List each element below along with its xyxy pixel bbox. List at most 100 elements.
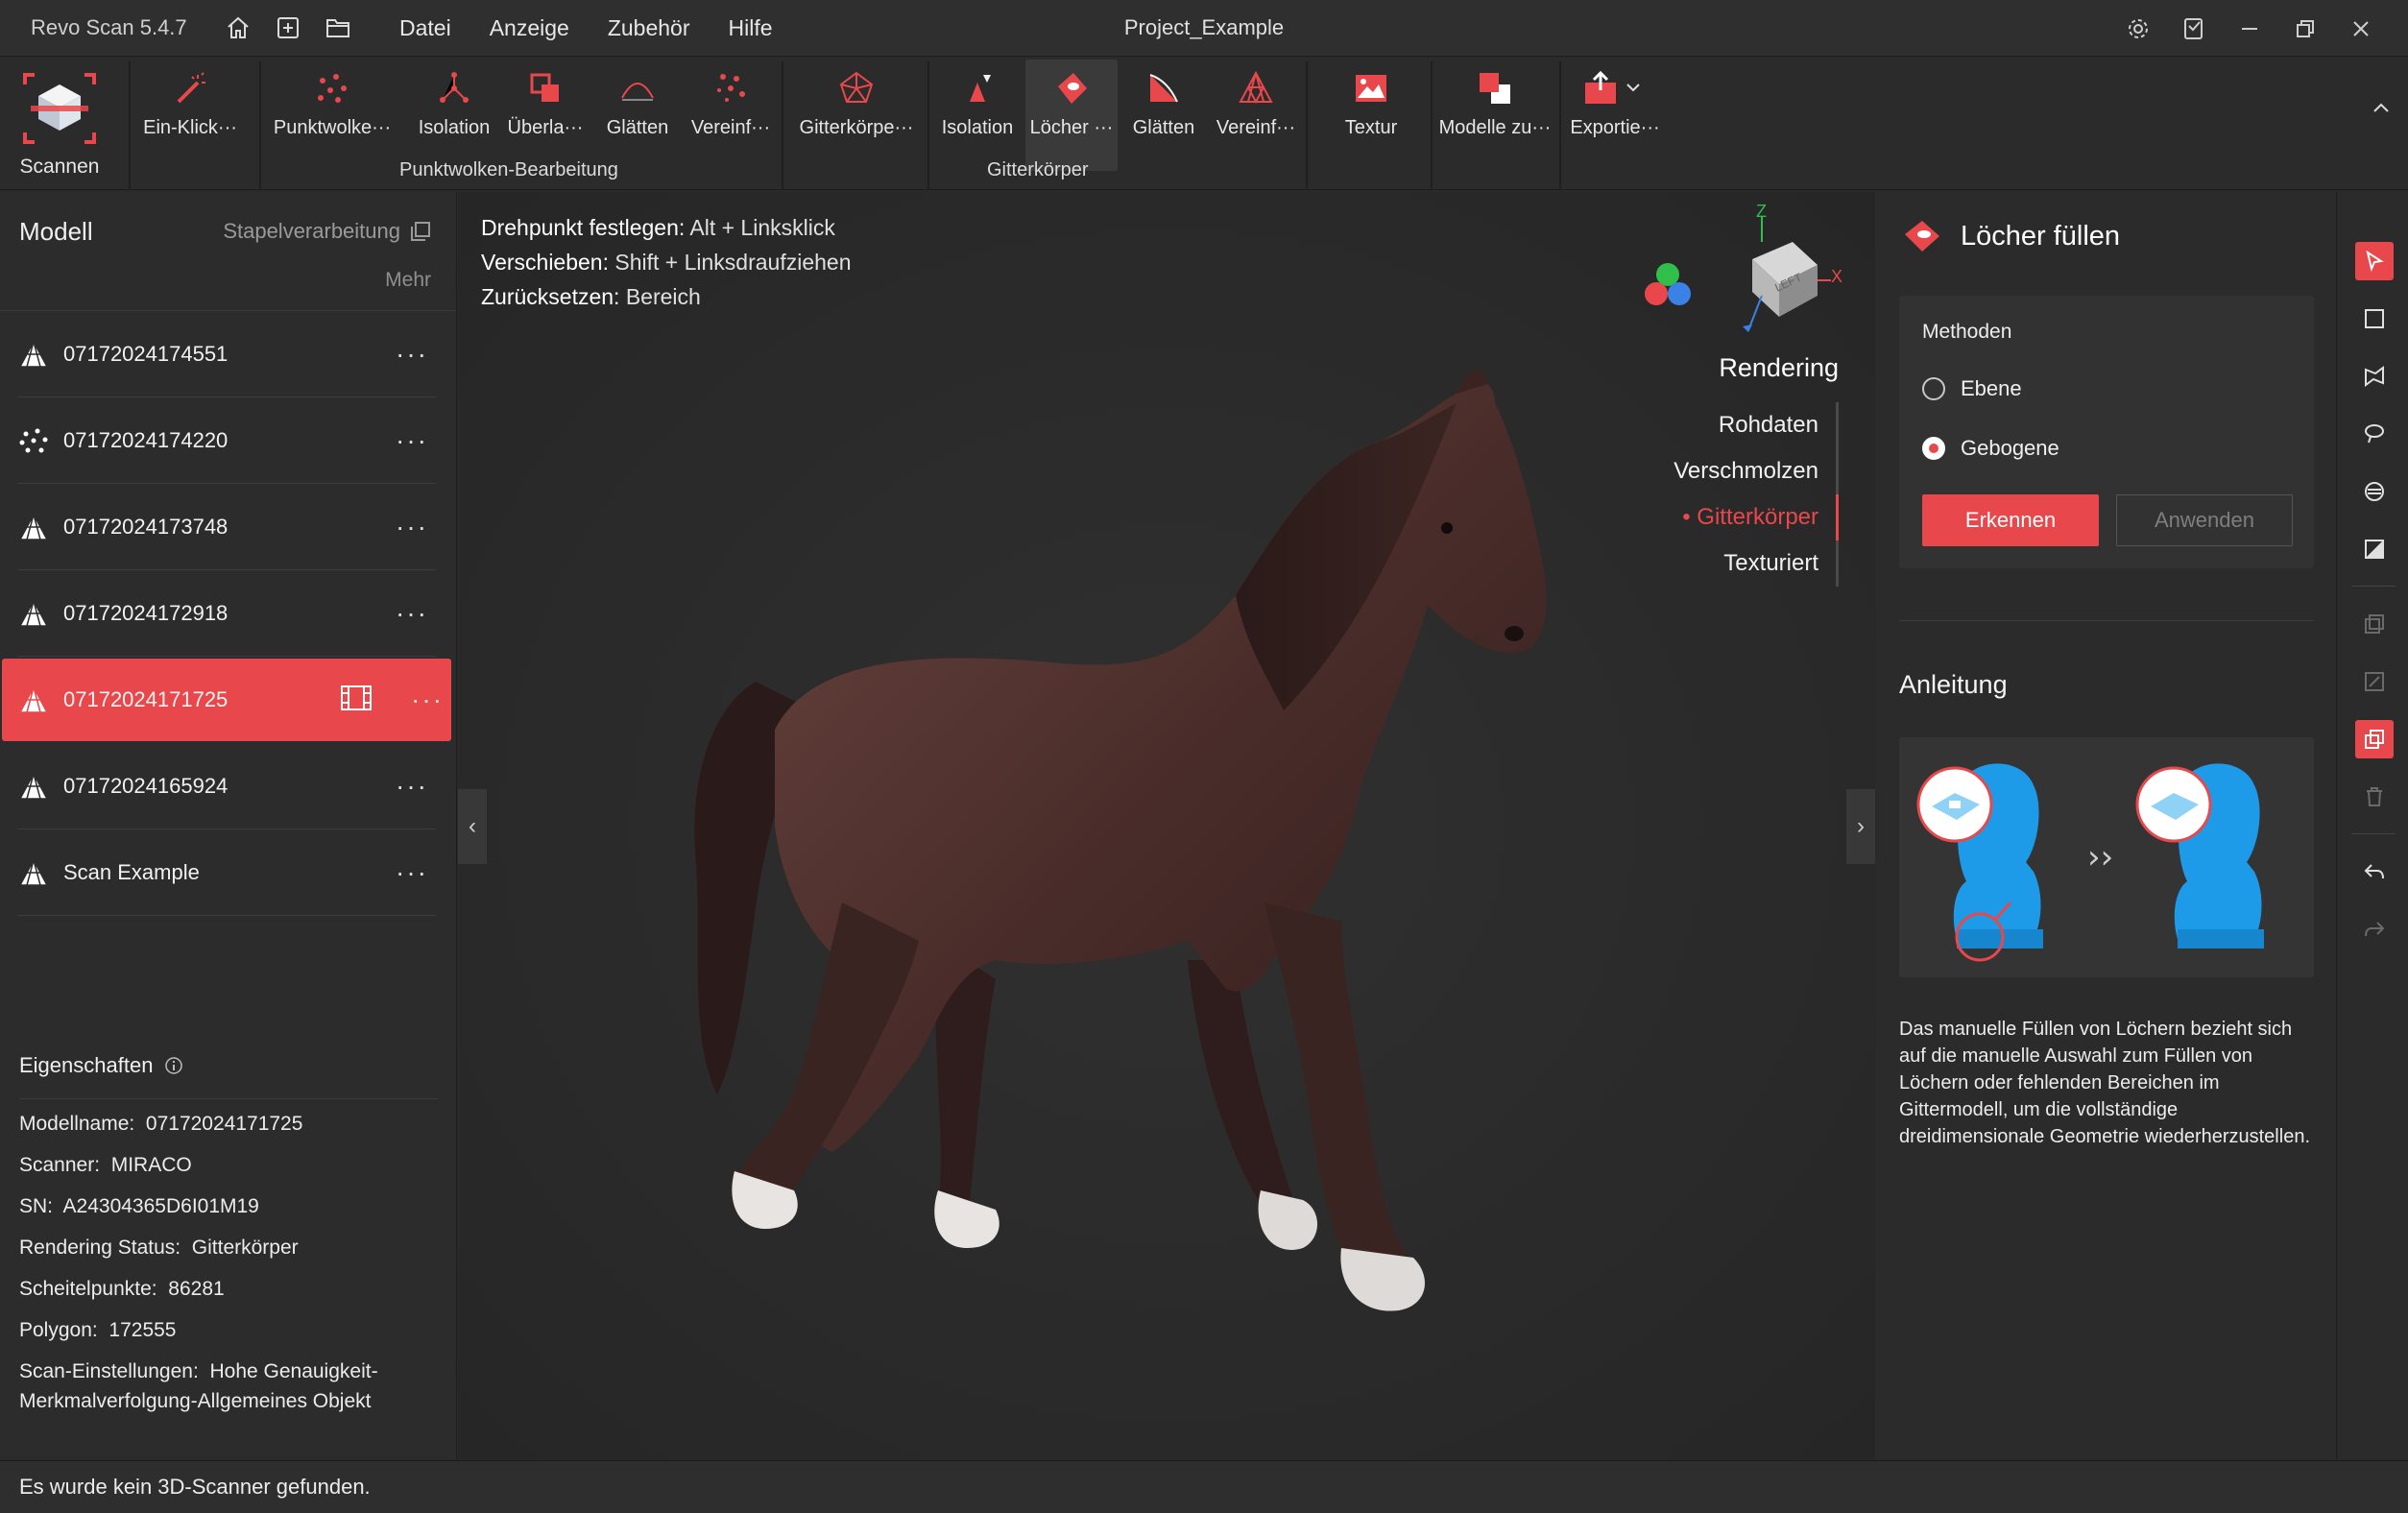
model-list: 07172024174551 ··· 07172024174220 ··· 07… bbox=[0, 311, 457, 916]
list-item[interactable]: 07172024174220 ··· bbox=[0, 397, 457, 484]
polygon-select-icon[interactable] bbox=[2355, 357, 2394, 396]
status-text: Es wurde kein 3D-Scanner gefunden. bbox=[19, 1475, 371, 1499]
render-option-fused[interactable]: Verschmolzen bbox=[1674, 448, 1839, 494]
fill-holes-tool[interactable]: Löcher ··· bbox=[1025, 60, 1118, 171]
mesh-smooth-tool[interactable]: Glätten bbox=[1123, 67, 1204, 139]
model-name: Scan Example bbox=[63, 859, 200, 884]
duplicate-icon[interactable] bbox=[2355, 720, 2394, 758]
prop-serial: SN: A24304365D6I01M19 bbox=[19, 1195, 259, 1217]
mesh-simplify-tool[interactable]: Vereinf··· bbox=[1212, 67, 1300, 139]
horse-3d-model[interactable] bbox=[650, 365, 1610, 1363]
edit-selection-icon[interactable] bbox=[2355, 662, 2394, 701]
status-bar: Es wurde kein 3D-Scanner gefunden. bbox=[0, 1460, 2408, 1513]
settings-gear-icon[interactable] bbox=[2110, 0, 2166, 57]
merge-models-label: Modelle zu··· bbox=[1438, 117, 1552, 138]
color-mode-icon[interactable] bbox=[1639, 259, 1697, 313]
prop-scanner: Scanner: MIRACO bbox=[19, 1154, 192, 1176]
apply-button[interactable]: Anwenden bbox=[2116, 494, 2293, 546]
more-options-icon[interactable]: ··· bbox=[396, 425, 428, 456]
fill-holes-panel: Löcher füllen Methoden Ebene Gebogene Er… bbox=[1876, 192, 2337, 1459]
more-options-icon[interactable]: ··· bbox=[396, 512, 428, 542]
info-icon[interactable] bbox=[164, 1056, 183, 1075]
home-icon[interactable] bbox=[213, 0, 263, 57]
more-options-icon[interactable]: ··· bbox=[396, 771, 428, 802]
3d-viewport[interactable]: Drehpunkt festlegen: Alt + Linksklick Ve… bbox=[458, 192, 1875, 1459]
brush-select-icon[interactable] bbox=[2355, 472, 2394, 511]
texture-icon bbox=[1350, 67, 1392, 109]
mesh-tool[interactable]: Gitterkörpe··· bbox=[791, 67, 922, 139]
mesh-icon bbox=[835, 67, 878, 109]
mesh-isolation-tool[interactable]: Isolation bbox=[933, 67, 1022, 139]
render-option-mesh[interactable]: • Gitterkörper bbox=[1674, 494, 1839, 540]
new-project-icon[interactable] bbox=[263, 0, 313, 57]
more-options-icon[interactable]: ··· bbox=[396, 857, 428, 888]
list-item[interactable]: Scan Example ··· bbox=[0, 829, 457, 916]
menu-file[interactable]: Datei bbox=[399, 15, 451, 41]
delete-icon[interactable] bbox=[2355, 778, 2394, 816]
point-cloud-tool[interactable]: Punktwolke··· bbox=[267, 67, 397, 139]
invert-selection-icon[interactable] bbox=[2355, 530, 2394, 568]
collapse-right-panel-button[interactable]: › bbox=[1846, 789, 1875, 864]
detect-button[interactable]: Erkennen bbox=[1922, 494, 2099, 546]
redo-icon[interactable] bbox=[2355, 910, 2394, 949]
notes-icon[interactable] bbox=[2166, 0, 2222, 57]
more-button[interactable]: Mehr bbox=[385, 269, 431, 292]
isolation-tool[interactable]: Isolation bbox=[411, 67, 497, 139]
more-options-icon[interactable]: ··· bbox=[396, 339, 428, 370]
mesh-isolation-label: Isolation bbox=[941, 117, 1014, 138]
open-folder-icon[interactable] bbox=[313, 0, 363, 57]
ribbon-collapse-icon[interactable] bbox=[2370, 96, 2393, 124]
title-bar: Revo Scan 5.4.7 Datei Anzeige Zubehör Hi… bbox=[0, 0, 2408, 57]
menu-accessories[interactable]: Zubehör bbox=[608, 15, 690, 41]
list-item[interactable]: 07172024172918 ··· bbox=[0, 570, 457, 657]
restore-icon[interactable] bbox=[2277, 0, 2333, 57]
list-item-selected[interactable]: 07172024171725 ··· bbox=[0, 657, 457, 743]
radio-unchecked[interactable] bbox=[1922, 377, 1945, 400]
more-options-icon[interactable]: ··· bbox=[396, 598, 428, 629]
export-tool[interactable]: Exportie··· bbox=[1565, 67, 1665, 139]
texture-tool[interactable]: Textur bbox=[1325, 67, 1417, 139]
app-title: Revo Scan 5.4.7 bbox=[31, 15, 187, 39]
batch-processing-button[interactable]: Stapelverarbeitung bbox=[223, 219, 431, 244]
export-label: Exportie··· bbox=[1570, 117, 1660, 138]
select-cursor-icon[interactable] bbox=[2355, 242, 2394, 280]
film-icon[interactable] bbox=[340, 684, 373, 716]
list-item[interactable]: 07172024174551 ··· bbox=[0, 311, 457, 397]
methods-title: Methoden bbox=[1922, 321, 2012, 343]
list-item[interactable]: 07172024173748 ··· bbox=[0, 484, 457, 570]
more-options-icon[interactable]: ··· bbox=[411, 684, 444, 715]
rectangle-select-icon[interactable] bbox=[2355, 300, 2394, 338]
menu-help[interactable]: Hilfe bbox=[729, 15, 773, 41]
method-curved-radio[interactable]: Gebogene bbox=[1922, 436, 2059, 461]
collapse-left-panel-button[interactable]: ‹ bbox=[458, 789, 487, 864]
axis-z-label: Z bbox=[1756, 204, 1767, 221]
copy-selection-icon[interactable] bbox=[2355, 605, 2394, 643]
radio-checked[interactable] bbox=[1922, 437, 1945, 460]
undo-icon[interactable] bbox=[2355, 853, 2394, 891]
minimize-icon[interactable] bbox=[2222, 0, 2277, 57]
method-plane-radio[interactable]: Ebene bbox=[1922, 376, 2022, 401]
mesh-triangle-icon bbox=[17, 597, 50, 630]
method-curved-label: Gebogene bbox=[1961, 436, 2059, 460]
model-name: 07172024174551 bbox=[63, 341, 229, 366]
mesh-isolation-icon bbox=[956, 67, 999, 109]
overlap-tool[interactable]: Überla··· bbox=[503, 67, 588, 139]
render-option-raw[interactable]: Rohdaten bbox=[1674, 402, 1839, 448]
render-option-textured[interactable]: Texturiert bbox=[1674, 540, 1839, 587]
smooth-icon bbox=[616, 67, 659, 109]
smooth-tool[interactable]: Glätten bbox=[597, 67, 678, 139]
navigation-cube[interactable]: Z LEFT X bbox=[1723, 204, 1850, 346]
menu-view[interactable]: Anzeige bbox=[490, 15, 569, 41]
simplify-tool[interactable]: Vereinf··· bbox=[687, 67, 774, 139]
prop-render-status: Rendering Status: Gitterkörper bbox=[19, 1237, 299, 1259]
one-click-tool[interactable]: Ein-Klick··· bbox=[134, 67, 246, 139]
list-item[interactable]: 07172024165924 ··· bbox=[0, 743, 457, 829]
merge-models-tool[interactable]: Modelle zu··· bbox=[1434, 67, 1555, 139]
isolation-icon bbox=[433, 67, 475, 109]
mesh-simplify-icon bbox=[1235, 67, 1277, 109]
lasso-select-icon[interactable] bbox=[2355, 415, 2394, 453]
scan-button[interactable]: Scannen bbox=[0, 58, 119, 190]
group-label-mesh: Gitterkörper bbox=[987, 159, 1089, 180]
properties-title: Eigenschaften bbox=[19, 1053, 154, 1077]
close-icon[interactable] bbox=[2333, 0, 2389, 57]
